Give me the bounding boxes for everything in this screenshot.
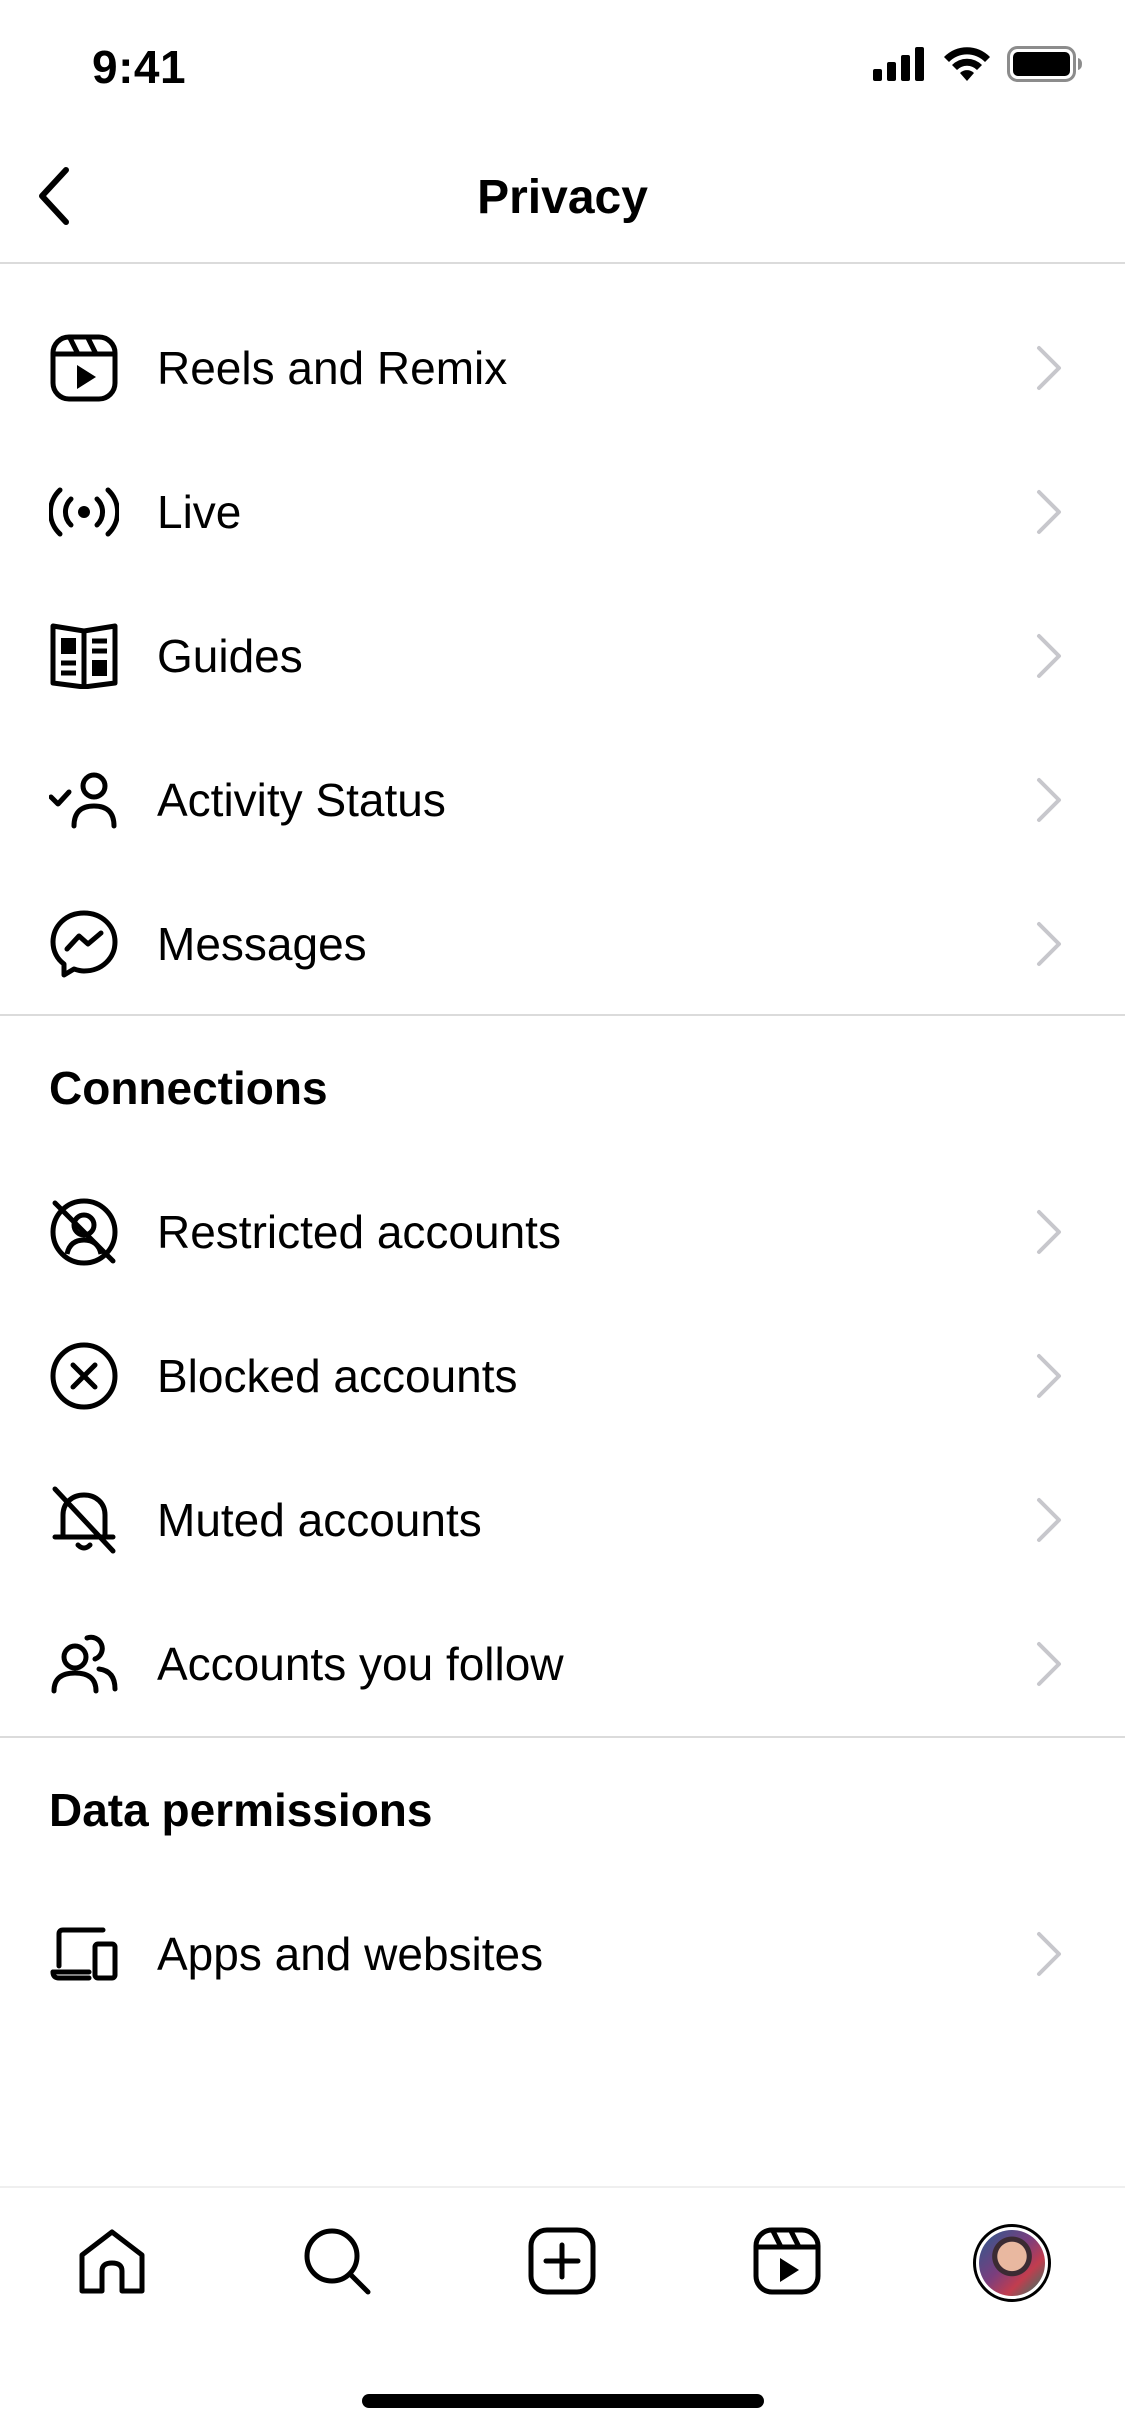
- menu-item-live[interactable]: Live: [0, 440, 1125, 584]
- tab-create[interactable]: [517, 2218, 607, 2308]
- section-title-connections: Connections: [49, 1062, 328, 1114]
- restricted-user-icon: [48, 1196, 120, 1268]
- bottom-tab-bar: [0, 2186, 1125, 2334]
- menu-item-guides[interactable]: Guides: [0, 584, 1125, 728]
- status-bar: 9:41: [0, 0, 1125, 132]
- menu-item-accounts-you-follow[interactable]: Accounts you follow: [0, 1592, 1125, 1736]
- menu-item-restricted-accounts[interactable]: Restricted accounts: [0, 1160, 1125, 1304]
- data-permissions-section: Data permissions Apps and websites: [0, 1738, 1125, 2026]
- menu-item-label: Messages: [157, 918, 367, 970]
- menu-item-reels-and-remix[interactable]: Reels and Remix: [0, 296, 1125, 440]
- home-icon: [76, 2227, 148, 2300]
- avatar-image: [979, 2230, 1045, 2296]
- chevron-right-icon: [1029, 628, 1069, 684]
- menu-item-label: Live: [157, 486, 242, 538]
- chevron-right-icon: [1029, 1348, 1069, 1404]
- section-title-data-permissions: Data permissions: [49, 1784, 433, 1836]
- menu-item-apps-and-websites[interactable]: Apps and websites: [0, 1882, 1125, 2026]
- privacy-top-section: Reels and Remix Live Guides Activity Sta…: [0, 296, 1125, 1016]
- reels-icon: [753, 2227, 821, 2300]
- nav-header: Privacy: [0, 132, 1125, 264]
- menu-item-label: Blocked accounts: [157, 1350, 518, 1402]
- chevron-right-icon: [1029, 916, 1069, 972]
- muted-bell-icon: [48, 1484, 120, 1556]
- chevron-right-icon: [1029, 1926, 1069, 1982]
- menu-item-label: Accounts you follow: [157, 1638, 564, 1690]
- cellular-signal-icon: [873, 47, 927, 86]
- menu-item-label: Activity Status: [157, 774, 446, 826]
- tab-reels[interactable]: [742, 2218, 832, 2308]
- tab-home[interactable]: [67, 2218, 157, 2308]
- wifi-icon: [943, 47, 991, 86]
- menu-item-messages[interactable]: Messages: [0, 872, 1125, 1016]
- guides-book-icon: [48, 620, 120, 692]
- connections-section: Connections Restricted accounts Blocked …: [0, 1016, 1125, 1736]
- chevron-right-icon: [1029, 484, 1069, 540]
- menu-item-blocked-accounts[interactable]: Blocked accounts: [0, 1304, 1125, 1448]
- tab-search[interactable]: [292, 2218, 382, 2308]
- people-icon: [48, 1628, 120, 1700]
- live-broadcast-icon: [48, 476, 120, 548]
- chevron-right-icon: [1029, 1636, 1069, 1692]
- menu-item-label: Apps and websites: [157, 1928, 544, 1980]
- blocked-x-icon: [48, 1340, 120, 1412]
- battery-icon: [1007, 46, 1083, 87]
- search-icon: [301, 2225, 373, 2302]
- devices-icon: [48, 1918, 120, 1990]
- menu-item-label: Guides: [157, 630, 303, 682]
- reels-icon: [48, 332, 120, 404]
- status-icons: [873, 46, 1083, 87]
- page-title: Privacy: [477, 171, 648, 224]
- menu-item-muted-accounts[interactable]: Muted accounts: [0, 1448, 1125, 1592]
- chevron-right-icon: [1029, 340, 1069, 396]
- messenger-icon: [48, 908, 120, 980]
- chevron-right-icon: [1029, 1204, 1069, 1260]
- menu-item-label: Muted accounts: [157, 1494, 482, 1546]
- tab-profile[interactable]: [967, 2218, 1057, 2308]
- home-indicator: [362, 2394, 764, 2408]
- profile-avatar: [973, 2224, 1051, 2302]
- activity-status-icon: [48, 764, 120, 836]
- create-post-icon: [528, 2227, 596, 2300]
- chevron-right-icon: [1029, 1492, 1069, 1548]
- status-time: 9:41: [92, 41, 187, 93]
- menu-item-activity-status[interactable]: Activity Status: [0, 728, 1125, 872]
- chevron-right-icon: [1029, 772, 1069, 828]
- menu-item-label: Restricted accounts: [157, 1206, 561, 1258]
- menu-item-label: Reels and Remix: [157, 342, 508, 394]
